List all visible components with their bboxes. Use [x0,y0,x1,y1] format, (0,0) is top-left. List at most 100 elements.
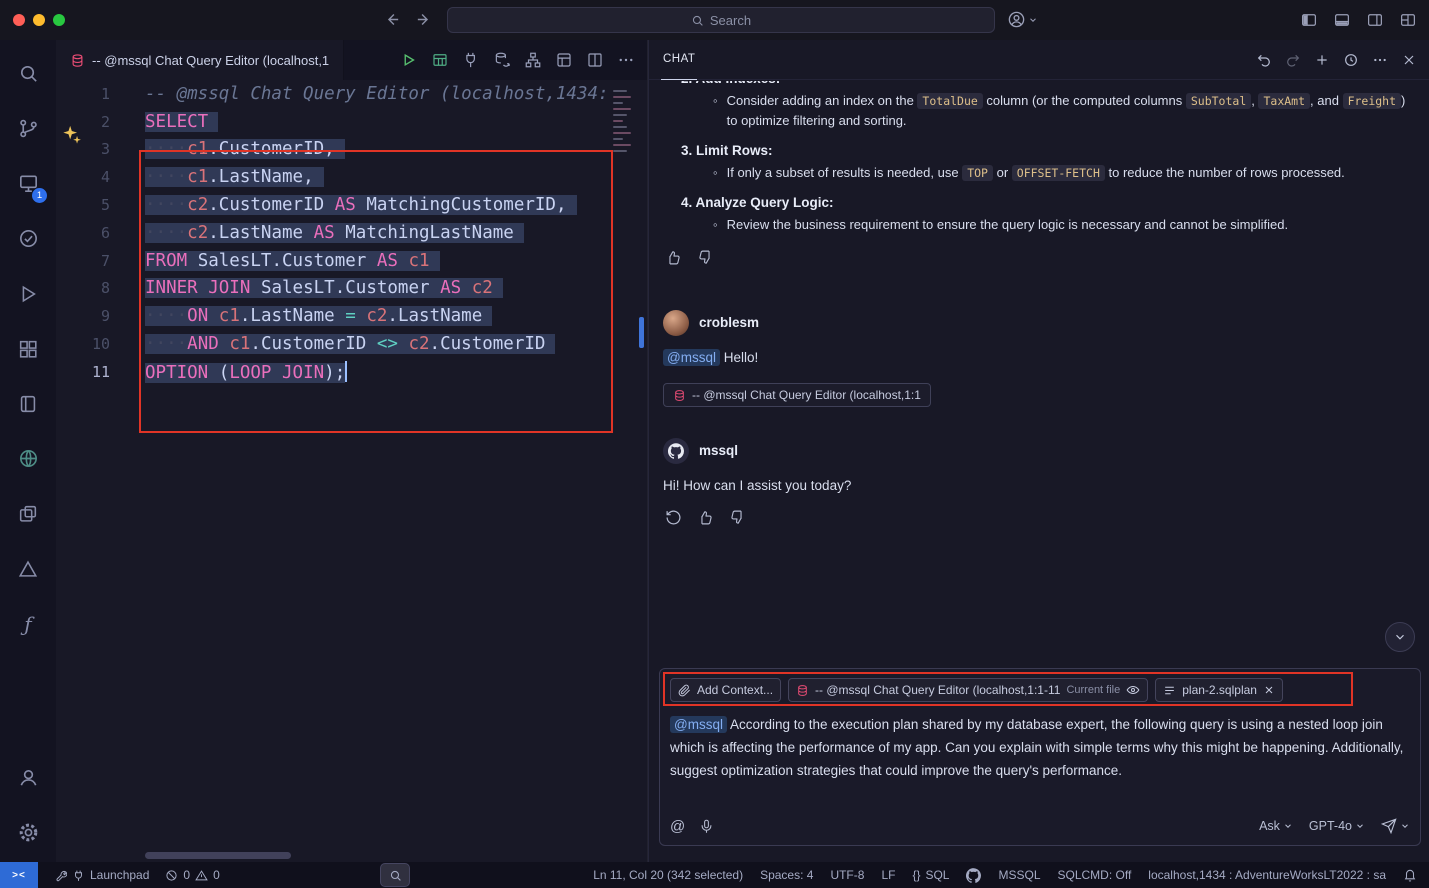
editor-tab[interactable]: -- @mssql Chat Query Editor (localhost,1 [56,40,344,80]
sidebar-item-remote-explorer[interactable]: 1 [0,156,56,211]
sidebar-item-settings[interactable] [0,805,56,860]
code-line[interactable]: 3····c1.CustomerID, [56,136,647,164]
chat-input-text[interactable]: @mssql According to the execution plan s… [670,713,1410,808]
run-query-icon[interactable] [400,51,418,69]
launchpad-item[interactable]: Launchpad [54,868,149,882]
list-bullet: ◦If only a subset of results is needed, … [713,163,1411,183]
thumbs-down-icon[interactable] [729,509,746,526]
code-line[interactable]: 2SELECT [56,108,647,136]
copilot-sparkle-icon[interactable] [61,124,83,146]
mention-chip: @mssql [663,349,720,366]
overview-ruler-indicator[interactable] [639,317,644,348]
zoom-window-button[interactable] [53,14,65,26]
inline-code: SubTotal [1186,93,1251,109]
eye-icon[interactable] [1126,683,1140,697]
minimize-window-button[interactable] [33,14,45,26]
sidebar-item-source-control[interactable] [0,101,56,156]
code-line[interactable]: 7FROM SalesLT.Customer AS c1 [56,247,647,275]
list-bullet: ◦Consider adding an index on the TotalDu… [713,91,1411,131]
send-button[interactable] [1381,818,1410,834]
command-center-search[interactable]: Search [447,7,995,33]
code-line[interactable]: 4····c1.LastName, [56,163,647,191]
back-icon[interactable] [384,11,401,28]
code-line[interactable]: 9····ON c1.LastName = c2.LastName [56,302,647,330]
customize-layout-icon[interactable] [1399,11,1417,29]
accounts-menu[interactable] [1007,10,1038,29]
toggle-sidebar-right-icon[interactable] [1366,11,1384,29]
sidebar-item-notebooks[interactable] [0,376,56,431]
close-icon[interactable] [1401,52,1417,68]
indentation[interactable]: Spaces: 4 [760,868,813,882]
code-line[interactable]: 10····AND c1.CustomerID <> c2.CustomerID [56,330,647,358]
thumbs-up-icon[interactable] [697,509,714,526]
chat-input-container[interactable]: Add Context... -- @mssql Chat Query Edit… [659,668,1421,846]
sidebar-item-run-debug[interactable] [0,266,56,321]
eol[interactable]: LF [881,868,895,882]
sidebar-item-functions[interactable]: ƒ [0,596,56,651]
toggle-sidebar-left-icon[interactable] [1300,11,1318,29]
line-number: 4 [56,168,117,186]
scroll-to-bottom-button[interactable] [1385,622,1415,652]
results-grid-icon[interactable] [431,51,449,69]
attached-file-chip[interactable]: -- @mssql Chat Query Editor (localhost,1… [663,383,931,407]
line-number: 6 [56,224,117,242]
sidebar-item-accounts[interactable] [0,750,56,805]
bullet-text: If only a subset of results is needed, u… [727,163,1411,183]
schema-visualizer-icon[interactable] [524,51,542,69]
code-line[interactable]: 5····c2.CustomerID AS MatchingCustomerID… [56,191,647,219]
remove-context-icon[interactable] [1263,684,1275,696]
mention-at-icon[interactable]: @ [670,818,685,835]
cursor-position[interactable]: Ln 11, Col 20 (342 selected) [593,868,743,882]
list-item-title: 3. Limit Rows: [681,141,1411,161]
zoom-button[interactable] [380,863,410,887]
model-selector[interactable]: GPT-4o [1309,819,1365,833]
toggle-panel-icon[interactable] [1333,11,1351,29]
forward-icon[interactable] [415,11,432,28]
remote-indicator[interactable]: >< [0,862,38,888]
sidebar-item-testing[interactable] [0,211,56,266]
mode-selector[interactable]: Ask [1259,819,1293,833]
sidebar-item-windows[interactable] [0,486,56,541]
more-actions-icon[interactable] [1372,52,1388,68]
redo-icon[interactable] [1285,52,1301,68]
split-editor-icon[interactable] [586,51,604,69]
tab-chat[interactable]: CHAT [661,40,697,80]
thumbs-up-icon[interactable] [665,249,682,266]
sqlcmd-item[interactable]: SQLCMD: Off [1058,868,1132,882]
bullet-text: Consider adding an index on the TotalDue… [727,91,1411,131]
code-line[interactable]: 8INNER JOIN SalesLT.Customer AS c2 [56,275,647,303]
microphone-icon[interactable] [699,819,714,834]
add-context-button[interactable]: Add Context... [670,678,781,702]
github-icon[interactable] [966,868,981,883]
language-mode[interactable]: {} SQL [912,868,949,882]
history-icon[interactable] [1343,52,1359,68]
more-actions-icon[interactable] [617,51,635,69]
mssql-item[interactable]: MSSQL [998,868,1040,882]
connect-plug-icon[interactable] [462,51,480,69]
sidebar-item-web[interactable] [0,431,56,486]
horizontal-scrollbar[interactable] [145,852,291,859]
context-plan-chip[interactable]: plan-2.sqlplan [1155,678,1283,702]
sidebar-item-azure[interactable] [0,541,56,596]
new-chat-icon[interactable] [1314,52,1330,68]
code-line[interactable]: 6····c2.LastName AS MatchingLastName [56,219,647,247]
line-number: 8 [56,279,117,297]
sidebar-item-search[interactable] [0,46,56,101]
change-database-icon[interactable] [493,51,511,69]
minimap[interactable] [613,86,635,156]
context-file-chip[interactable]: -- @mssql Chat Query Editor (localhost,1… [788,678,1148,702]
encoding[interactable]: UTF-8 [830,868,864,882]
assistant-message-actions [665,509,1411,526]
sidebar-item-extensions[interactable] [0,321,56,376]
connection-item[interactable]: localhost,1434 : AdventureWorksLT2022 : … [1148,868,1386,882]
code-line[interactable]: 11OPTION (LOOP JOIN); [56,358,647,386]
regenerate-icon[interactable] [665,509,682,526]
bell-icon[interactable] [1403,868,1417,882]
undo-icon[interactable] [1256,52,1272,68]
close-window-button[interactable] [13,14,25,26]
code-line[interactable]: 1-- @mssql Chat Query Editor (localhost,… [56,80,647,108]
problems-item[interactable]: 0 0 [165,868,219,882]
code-editor[interactable]: 1-- @mssql Chat Query Editor (localhost,… [56,80,647,862]
thumbs-down-icon[interactable] [697,249,714,266]
table-designer-icon[interactable] [555,51,573,69]
